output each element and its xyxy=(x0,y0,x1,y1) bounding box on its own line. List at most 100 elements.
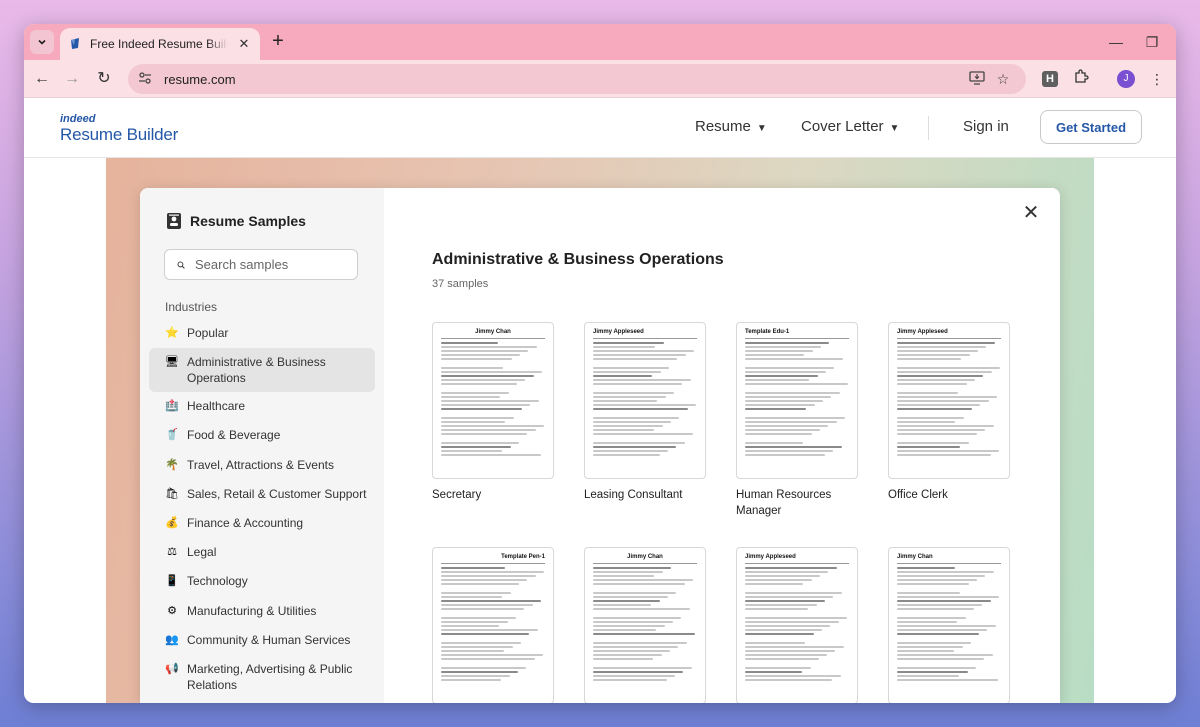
tab-search-button[interactable] xyxy=(30,30,54,54)
thumb-text-line xyxy=(745,679,833,681)
industry-label: Marketing, Advertising & Public Relation… xyxy=(187,661,353,692)
industry-label: Community & Human Services xyxy=(187,632,351,647)
thumb-text-line xyxy=(897,629,988,631)
thumb-text-line xyxy=(593,350,694,352)
resume-thumbnail[interactable]: Jimmy Appleseed xyxy=(888,322,1010,479)
industry-item[interactable]: ⚖ Legal xyxy=(149,538,375,567)
resume-thumbnail[interactable]: Jimmy Chan xyxy=(584,547,706,703)
sample-title[interactable]: Leasing Consultant xyxy=(584,487,706,503)
nav-resume[interactable]: Resume ▼ xyxy=(695,118,767,135)
extension-h-icon[interactable]: H xyxy=(1042,71,1058,87)
more-menu-icon[interactable]: ⋮ xyxy=(1146,68,1168,90)
profile-avatar[interactable]: J xyxy=(1117,70,1135,88)
industry-item[interactable]: ⭐ Popular xyxy=(149,319,375,348)
search-input[interactable] xyxy=(195,257,345,272)
thumb-text-line xyxy=(593,400,658,402)
industry-item[interactable]: 🏥 Healthcare xyxy=(149,392,375,421)
thumb-text-line xyxy=(441,596,503,598)
resume-sample-card[interactable]: Jimmy Chan xyxy=(888,547,1010,703)
thumb-name: Template Edu-1 xyxy=(745,329,790,335)
browser-tab[interactable]: Free Indeed Resume Builder - C ✕ xyxy=(60,28,260,60)
sign-in-link[interactable]: Sign in xyxy=(963,118,1009,135)
get-started-button[interactable]: Get Started xyxy=(1040,110,1142,144)
thumb-gap xyxy=(593,387,697,390)
thumb-text-line xyxy=(745,575,820,577)
thumb-text-line xyxy=(441,633,530,635)
thumb-gap xyxy=(441,662,545,665)
thumb-text-line xyxy=(441,450,503,452)
thumb-text-line xyxy=(897,625,996,627)
thumb-text-line xyxy=(745,404,815,406)
thumb-text-line xyxy=(441,654,543,656)
thumb-text-line xyxy=(745,346,821,348)
search-samples-field[interactable] xyxy=(164,249,358,280)
thumb-text-line xyxy=(441,408,523,410)
industry-item[interactable]: 📢 Marketing, Advertising & Public Relatio… xyxy=(149,655,375,699)
thumb-text-line xyxy=(593,371,661,373)
industry-label: Travel, Attractions & Events xyxy=(187,457,334,472)
resume-thumbnail[interactable]: Jimmy Appleseed xyxy=(584,322,706,479)
forward-arrow-icon[interactable]: → xyxy=(60,67,84,91)
close-icon[interactable]: ✕ xyxy=(1020,202,1042,224)
resume-sample-card[interactable]: Template Edu-1 Human Resources Manager xyxy=(736,322,858,519)
thumb-text-line xyxy=(897,408,972,410)
gear-icon: ⚙ xyxy=(167,604,177,617)
resume-thumbnail[interactable]: Jimmy Chan xyxy=(888,547,1010,703)
url-text[interactable]: resume.com xyxy=(164,72,964,87)
thumb-text-line xyxy=(593,392,675,394)
thumb-text-line xyxy=(745,392,840,394)
thumb-text-line xyxy=(897,567,956,569)
industry-item[interactable]: 🥤 Food & Beverage xyxy=(149,421,375,450)
nav-cover-letter[interactable]: Cover Letter ▼ xyxy=(801,118,899,135)
thumb-gap xyxy=(441,387,545,390)
thumb-text-line xyxy=(897,367,1000,369)
resume-sample-card[interactable]: Jimmy Appleseed Leasing Consultant xyxy=(584,322,706,503)
resume-sample-card[interactable]: Jimmy Chan xyxy=(584,547,706,703)
industry-item[interactable]: 📱 Technology xyxy=(149,567,375,596)
indeed-resume-builder-logo[interactable]: indeed Resume Builder xyxy=(60,114,178,145)
resume-sample-card[interactable]: Jimmy Appleseed xyxy=(736,547,858,703)
thumb-text-line xyxy=(897,346,987,348)
bookmark-star-icon[interactable]: ☆ xyxy=(990,71,1016,88)
thumb-text-line xyxy=(441,567,506,569)
site-settings-icon[interactable] xyxy=(138,71,156,88)
sample-title[interactable]: Secretary xyxy=(432,487,554,503)
thumb-text-line xyxy=(897,433,978,435)
maximize-button[interactable]: ❐ xyxy=(1134,30,1170,54)
back-arrow-icon[interactable]: ← xyxy=(30,67,54,91)
resume-thumbnail[interactable]: Jimmy Chan xyxy=(432,322,554,479)
industry-item[interactable]: 🌴 Travel, Attractions & Events xyxy=(149,451,375,480)
new-tab-button[interactable]: + xyxy=(266,30,290,54)
thumb-text-line xyxy=(593,396,666,398)
resume-sample-card[interactable]: Jimmy Chan Secretary xyxy=(432,322,554,503)
thumb-text-line xyxy=(745,446,842,448)
thumb-text-line xyxy=(593,417,680,419)
thumb-gap xyxy=(897,662,1001,665)
tab-close-icon[interactable]: ✕ xyxy=(236,36,252,52)
industry-item[interactable]: 👥 Community & Human Services xyxy=(149,626,375,655)
thumb-text-line xyxy=(745,604,817,606)
industry-item[interactable]: 🛍 Sales, Retail & Customer Support xyxy=(149,480,375,509)
resume-thumbnail[interactable]: Template Edu-1 xyxy=(736,322,858,479)
address-bar[interactable]: resume.com ☆ xyxy=(128,64,1026,94)
resume-thumbnail[interactable]: Template Pen-1 xyxy=(432,547,554,703)
chevron-down-icon: ▼ xyxy=(889,123,900,134)
resume-sample-card[interactable]: Template Pen-1 xyxy=(432,547,554,703)
install-app-icon[interactable] xyxy=(964,70,990,88)
resume-thumbnail[interactable]: Jimmy Appleseed xyxy=(736,547,858,703)
thumb-text-line xyxy=(593,383,683,385)
thumb-text-line xyxy=(897,350,979,352)
industry-item[interactable]: 💰 Finance & Accounting xyxy=(149,509,375,538)
thumb-gap xyxy=(897,587,1001,590)
extensions-puzzle-icon[interactable] xyxy=(1070,68,1092,90)
thumb-text-line xyxy=(593,658,654,660)
sample-title[interactable]: Office Clerk xyxy=(888,487,1010,503)
thumb-text-line xyxy=(897,654,993,656)
sample-title[interactable]: Human Resources Manager xyxy=(736,487,858,519)
thumb-gap xyxy=(441,437,545,440)
industry-item[interactable]: 🖥 Administrative & Business Operations xyxy=(149,348,375,393)
industry-item[interactable]: ⚙ Manufacturing & Utilities xyxy=(149,597,375,626)
sample-count: 37 samples xyxy=(432,278,489,290)
reload-icon[interactable]: ↻ xyxy=(92,67,116,91)
resume-sample-card[interactable]: Jimmy Appleseed Office Clerk xyxy=(888,322,1010,503)
